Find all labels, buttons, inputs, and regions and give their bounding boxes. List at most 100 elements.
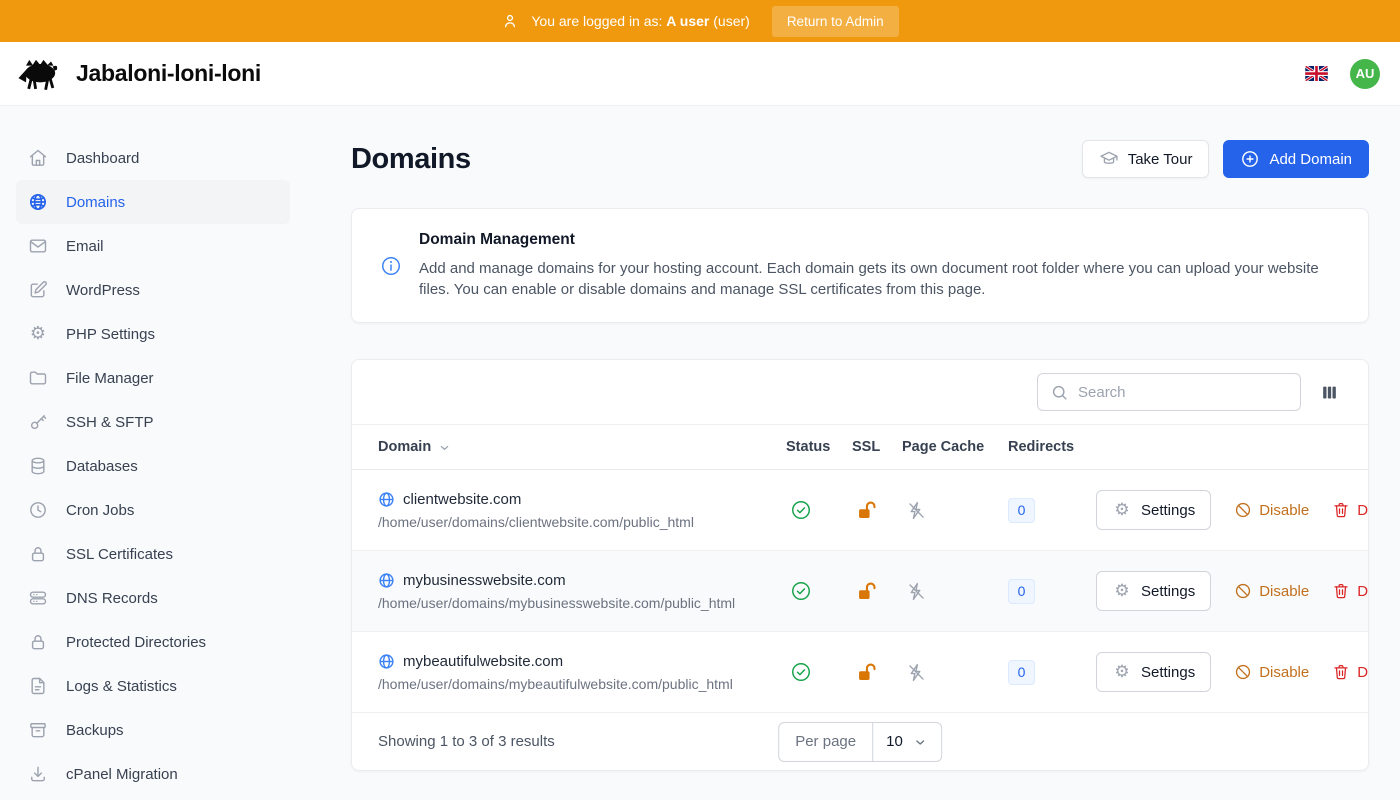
sidebar-item-dns-records[interactable]: DNS Records (16, 576, 290, 620)
add-domain-button[interactable]: Add Domain (1223, 140, 1369, 178)
app-header: Jabaloni-loni-loni AU (0, 42, 1400, 106)
sidebar-item-label: Protected Directories (66, 634, 206, 651)
sidebar-item-label: Cron Jobs (66, 502, 134, 519)
disable-button[interactable]: Disable (1234, 582, 1309, 600)
trash-icon (1332, 582, 1350, 600)
delete-button[interactable]: Delete (1332, 582, 1369, 600)
sidebar-item-protected-directories[interactable]: Protected Directories (16, 620, 290, 664)
column-header-ssl: SSL (852, 439, 902, 455)
gear-icon: ⚙ (1112, 664, 1132, 681)
folder-icon (28, 368, 48, 388)
language-flag-uk[interactable] (1305, 66, 1328, 81)
brand-title: Jabaloni-loni-loni (76, 60, 261, 87)
sidebar-item-cron-jobs[interactable]: Cron Jobs (16, 488, 290, 532)
table-row: clientwebsite.com /home/user/domains/cli… (352, 470, 1368, 551)
document-icon (28, 676, 48, 696)
ban-icon (1234, 663, 1252, 681)
domain-management-info-box: Domain Management Add and manage domains… (351, 208, 1369, 323)
sidebar-item-label: Email (66, 238, 104, 255)
brand: Jabaloni-loni-loni (16, 55, 261, 93)
impersonated-user-role: (user) (713, 13, 750, 29)
sidebar-item-domains[interactable]: Domains (16, 180, 290, 224)
sidebar-item-label: Databases (66, 458, 138, 475)
ssl-unlocked-icon[interactable] (856, 662, 877, 683)
domain-name[interactable]: clientwebsite.com (378, 491, 786, 508)
column-settings-button[interactable] (1318, 381, 1341, 404)
ssl-unlocked-icon[interactable] (856, 500, 877, 521)
sidebar-item-label: Dashboard (66, 150, 139, 167)
status-active-icon (790, 661, 812, 683)
sidebar-item-ssh-sftp[interactable]: SSH & SFTP (16, 400, 290, 444)
sidebar-item-wordpress[interactable]: WordPress (16, 268, 290, 312)
settings-button[interactable]: ⚙ Settings (1096, 490, 1211, 530)
sidebar-item-php-settings[interactable]: ⚙ PHP Settings (16, 312, 290, 356)
sidebar-item-label: DNS Records (66, 590, 158, 607)
sidebar-item-databases[interactable]: Databases (16, 444, 290, 488)
per-page-select[interactable]: 10 (873, 723, 941, 761)
header-right: AU (1305, 59, 1384, 89)
return-to-admin-button[interactable]: Return to Admin (772, 6, 899, 37)
disable-button[interactable]: Disable (1234, 663, 1309, 681)
trash-icon (1332, 501, 1350, 519)
take-tour-button[interactable]: Take Tour (1082, 140, 1210, 178)
delete-button[interactable]: Delete (1332, 501, 1369, 519)
key-icon (28, 412, 48, 432)
search-input[interactable] (1078, 384, 1288, 401)
domain-path: /home/user/domains/mybeautifulwebsite.co… (378, 676, 786, 692)
sort-chevron-icon (437, 440, 452, 455)
ban-icon (1234, 501, 1252, 519)
column-header-status: Status (786, 439, 852, 455)
disable-button[interactable]: Disable (1234, 501, 1309, 519)
sidebar-item-dashboard[interactable]: Dashboard (16, 136, 290, 180)
gear-icon: ⚙ (1112, 583, 1132, 600)
chevron-down-icon (912, 734, 928, 750)
per-page-label: Per page (779, 723, 873, 761)
gear-icon: ⚙ (1112, 502, 1132, 519)
column-header-domain[interactable]: Domain (378, 439, 786, 455)
globe-icon (378, 653, 395, 670)
sidebar-item-backups[interactable]: Backups (16, 708, 290, 752)
page-cache-disabled-icon[interactable] (906, 662, 927, 683)
redirects-count-badge[interactable]: 0 (1008, 498, 1035, 523)
info-box-body: Add and manage domains for your hosting … (419, 258, 1340, 300)
plus-circle-icon (1240, 149, 1260, 169)
settings-button[interactable]: ⚙ Settings (1096, 571, 1211, 611)
gear-icon: ⚙ (28, 325, 48, 343)
info-box-title: Domain Management (419, 231, 1340, 249)
settings-button[interactable]: ⚙ Settings (1096, 652, 1211, 692)
sidebar-item-email[interactable]: Email (16, 224, 290, 268)
table-row: mybusinesswebsite.com /home/user/domains… (352, 551, 1368, 632)
home-icon (28, 148, 48, 168)
boar-logo-icon (16, 55, 66, 93)
status-active-icon (790, 580, 812, 602)
download-icon (28, 764, 48, 784)
redirects-count-badge[interactable]: 0 (1008, 660, 1035, 685)
ssl-unlocked-icon[interactable] (856, 581, 877, 602)
sidebar-item-ssl-certificates[interactable]: SSL Certificates (16, 532, 290, 576)
page-cache-disabled-icon[interactable] (906, 581, 927, 602)
user-avatar[interactable]: AU (1350, 59, 1380, 89)
table-row: mybeautifulwebsite.com /home/user/domain… (352, 632, 1368, 713)
ban-icon (1234, 582, 1252, 600)
results-summary: Showing 1 to 3 of 3 results (378, 733, 555, 750)
delete-button[interactable]: Delete (1332, 663, 1369, 681)
table-header-row: Domain Status SSL Page Cache Redirects (352, 424, 1368, 470)
sidebar-item-label: Domains (66, 194, 125, 211)
sidebar-item-cpanel-migration[interactable]: cPanel Migration (16, 752, 290, 796)
database-icon (28, 456, 48, 476)
globe-icon (378, 572, 395, 589)
domains-table-card: Domain Status SSL Page Cache Redirects c… (351, 359, 1369, 771)
page-title: Domains (351, 143, 471, 176)
page-cache-disabled-icon[interactable] (906, 500, 927, 521)
sidebar-item-label: SSH & SFTP (66, 414, 154, 431)
info-icon (380, 255, 402, 277)
table-footer: Showing 1 to 3 of 3 results Per page 10 (352, 713, 1368, 770)
globe-icon (378, 491, 395, 508)
server-icon (28, 588, 48, 608)
sidebar-item-file-manager[interactable]: File Manager (16, 356, 290, 400)
sidebar-item-logs-statistics[interactable]: Logs & Statistics (16, 664, 290, 708)
domain-name[interactable]: mybusinesswebsite.com (378, 572, 786, 589)
domain-name[interactable]: mybeautifulwebsite.com (378, 653, 786, 670)
impersonation-message: You are logged in as: A user (user) (531, 13, 749, 29)
redirects-count-badge[interactable]: 0 (1008, 579, 1035, 604)
